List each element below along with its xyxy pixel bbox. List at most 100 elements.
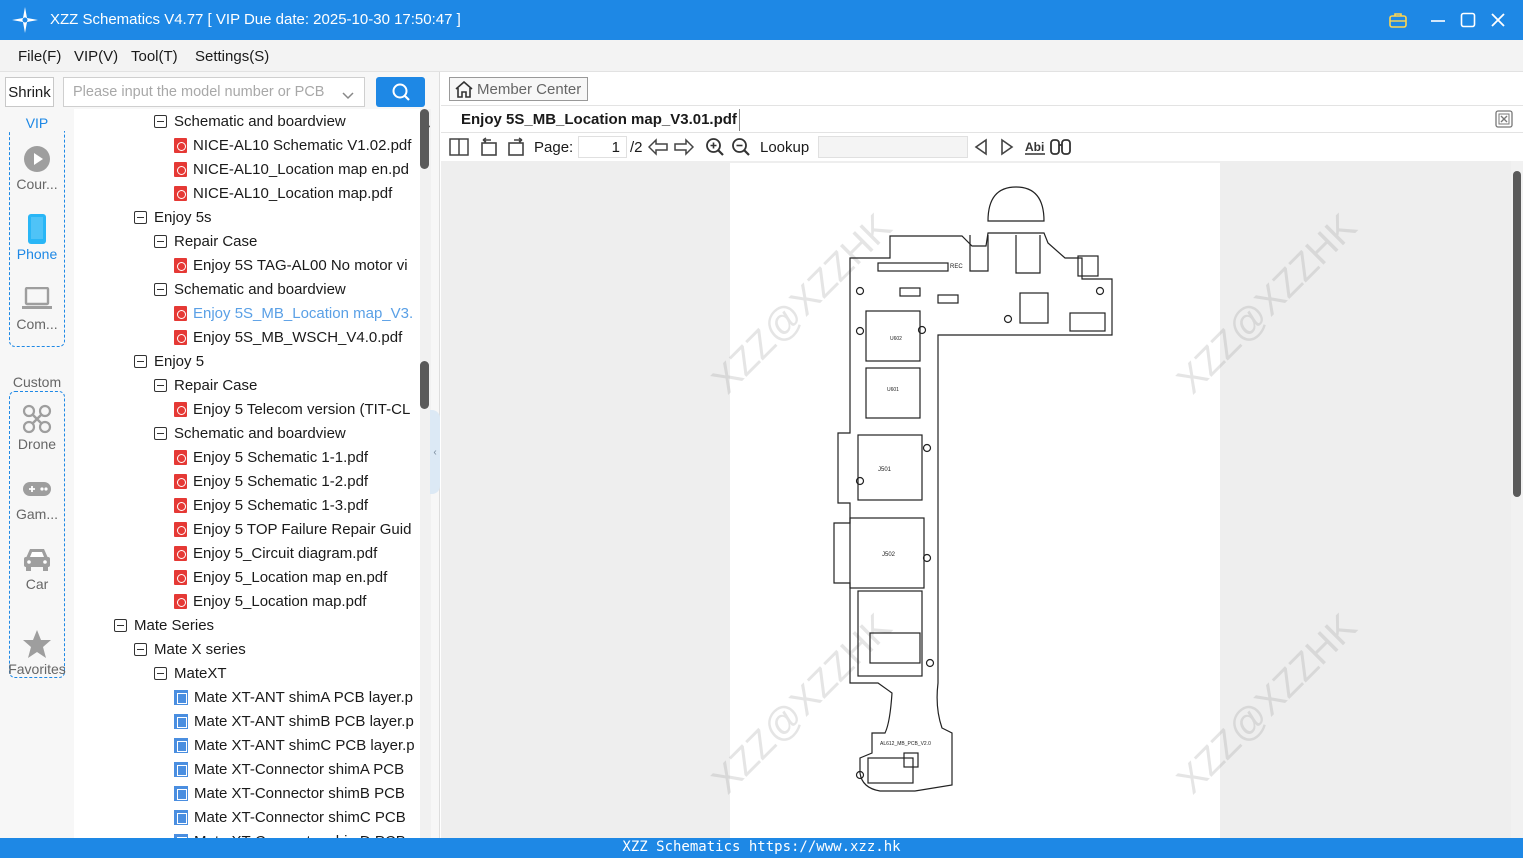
tree-folder-row[interactable]: Repair Case (74, 373, 257, 397)
tree-folder-row[interactable]: Mate X series (74, 637, 246, 661)
tree-folder-row[interactable]: Schematic and boardview (74, 277, 346, 301)
tree-file-row[interactable]: Enjoy 5 Telecom version (TIT-CL (74, 397, 410, 421)
board-label-pcb: AL612_MB_PCB_V2.0 (880, 741, 931, 747)
pdf-toolbar: Page: 1 /2 Lookup Abi (441, 133, 1523, 161)
document-tab-bar: Enjoy 5S_MB_Location map_V3.01.pdf (441, 105, 1523, 133)
collapse-toggle-icon[interactable] (154, 426, 167, 440)
category-rail: VIP Cour... Phone Com... Custom Drone Ga… (0, 115, 74, 838)
tree-file-row[interactable]: Enjoy 5_Location map en.pdf (74, 565, 387, 589)
collapse-toggle-icon[interactable] (134, 210, 147, 224)
tree-folder-row[interactable]: MateXT (74, 661, 227, 685)
collapse-toggle-icon[interactable] (134, 642, 147, 656)
tree-file-row[interactable]: Enjoy 5 Schematic 1-1.pdf (74, 445, 368, 469)
pcb-file-icon (174, 785, 188, 801)
find-all-icon[interactable] (1050, 137, 1072, 157)
collapse-toggle-icon[interactable] (134, 354, 147, 368)
search-input[interactable]: Please input the model number or PCB (63, 77, 365, 107)
rotate-left-icon[interactable] (479, 137, 499, 157)
tree-item-label: NICE-AL10_Location map en.pd (193, 160, 409, 178)
shrink-button[interactable]: Shrink (5, 77, 54, 107)
tree-file-row[interactable]: Mate XT-Connector shimB PCB (74, 781, 405, 805)
tree-file-row[interactable]: NICE-AL10_Location map.pdf (74, 181, 392, 205)
status-bar: XZZ Schematics https://www.xzz.hk (0, 838, 1523, 858)
rotate-right-icon[interactable] (506, 137, 526, 157)
tree-file-row[interactable]: Enjoy 5 Schematic 1-3.pdf (74, 493, 368, 517)
zoom-in-icon[interactable] (705, 137, 725, 157)
chevron-down-icon[interactable] (342, 88, 354, 104)
menu-tool[interactable]: Tool(T) (131, 48, 178, 65)
tree-file-row[interactable]: Enjoy 5_Location map.pdf (74, 589, 366, 613)
find-previous-icon[interactable] (973, 137, 989, 157)
tree-file-row[interactable]: Enjoy 5 Schematic 1-2.pdf (74, 469, 368, 493)
rail-game[interactable]: Gam... (0, 474, 74, 522)
tree-folder-row[interactable]: Enjoy 5 (74, 349, 204, 373)
board-label-rec: REC (950, 264, 963, 270)
menu-file[interactable]: File(F) (18, 48, 61, 65)
rail-favorites[interactable]: Favorites (0, 629, 74, 677)
collapse-toggle-icon[interactable] (154, 282, 167, 296)
tree-folder-row[interactable]: Repair Case (74, 229, 257, 253)
close-icon[interactable] (1486, 8, 1510, 32)
match-case-icon[interactable]: Abi (1024, 137, 1046, 157)
rail-car-label: Car (25, 576, 49, 592)
collapse-toggle-icon[interactable] (154, 666, 167, 680)
tree-file-row[interactable]: Mate XT-Connector shimD PCB (74, 829, 406, 838)
tree-file-row[interactable]: NICE-AL10 Schematic V1.02.pdf (74, 133, 411, 157)
tree-file-row[interactable]: Mate XT-Connector shimA PCB (74, 757, 404, 781)
rail-drone[interactable]: Drone (0, 404, 74, 452)
next-page-icon[interactable] (674, 137, 694, 157)
maximize-icon[interactable] (1456, 8, 1480, 32)
rail-course[interactable]: Cour... (0, 144, 74, 192)
tree-item-label: Mate XT-ANT shimC PCB layer.p (194, 736, 415, 754)
tree-file-row[interactable]: Enjoy 5 TOP Failure Repair Guid (74, 517, 411, 541)
tree-file-row[interactable]: Enjoy 5S_MB_Location map_V3. (74, 301, 413, 325)
minimize-icon[interactable] (1426, 8, 1450, 32)
search-button[interactable] (376, 77, 425, 107)
collapse-panel-button[interactable]: ‹ (430, 410, 440, 494)
rail-computer-label: Com... (16, 316, 58, 332)
tree-folder-row[interactable]: Mate Series (74, 613, 214, 637)
two-page-icon[interactable] (449, 137, 469, 157)
tree-file-row[interactable]: Enjoy 5S_MB_WSCH_V4.0.pdf (74, 325, 402, 349)
tree-file-row[interactable]: Enjoy 5_Circuit diagram.pdf (74, 541, 377, 565)
pdf-file-icon (174, 473, 187, 489)
member-center-button[interactable]: Member Center (449, 77, 588, 101)
viewer-scrollbar[interactable] (1511, 161, 1523, 838)
document-tab[interactable]: Enjoy 5S_MB_Location map_V3.01.pdf (461, 111, 737, 128)
menu-settings[interactable]: Settings(S) (195, 48, 269, 65)
collapse-toggle-icon[interactable] (114, 618, 127, 632)
pdf-viewer-area[interactable]: XZZ@XZZHK XZZ@XZZHK XZZ@XZZHK XZZ@XZZHK (441, 161, 1511, 838)
previous-page-icon[interactable] (648, 137, 668, 157)
tree-file-row[interactable]: Mate XT-Connector shimC PCB (74, 805, 406, 829)
rail-car[interactable]: Car (0, 544, 74, 592)
page-number-input[interactable]: 1 (578, 136, 627, 158)
collapse-toggle-icon[interactable] (154, 378, 167, 392)
tree-folder-row[interactable]: Enjoy 5s (74, 205, 212, 229)
zoom-out-icon[interactable] (731, 137, 751, 157)
rail-phone[interactable]: Phone (0, 214, 74, 262)
collapse-toggle-icon[interactable] (154, 114, 167, 128)
rail-computer[interactable]: Com... (0, 284, 74, 332)
briefcase-icon[interactable] (1386, 8, 1410, 32)
tree-file-row[interactable]: Mate XT-ANT shimB PCB layer.p (74, 709, 414, 733)
find-next-icon[interactable] (999, 137, 1015, 157)
tree-scrollbar-thumb-2[interactable] (420, 361, 429, 409)
menu-vip[interactable]: VIP(V) (74, 48, 118, 65)
collapse-toggle-icon[interactable] (154, 234, 167, 248)
tree-file-row[interactable]: Enjoy 5S TAG-AL00 No motor vi (74, 253, 408, 277)
pcb-board-outline: REC U602 U601 J501 J502 AL612_MB_PCB_V2.… (833, 186, 1113, 792)
tree-file-row[interactable]: Mate XT-ANT shimA PCB layer.p (74, 685, 413, 709)
tree-folder-row[interactable]: Schematic and boardview (74, 421, 346, 445)
pcb-file-icon (174, 689, 188, 705)
tree-file-row[interactable]: Mate XT-ANT shimC PCB layer.p (74, 733, 415, 757)
tree-scrollbar-thumb[interactable] (420, 109, 429, 169)
board-label-j501: J501 (878, 467, 892, 473)
tree-file-row[interactable]: NICE-AL10_Location map en.pd (74, 157, 409, 181)
viewer-scrollbar-thumb[interactable] (1513, 171, 1521, 497)
close-tab-icon[interactable] (1495, 110, 1513, 128)
lookup-input[interactable] (818, 136, 968, 158)
pdf-file-icon (174, 401, 187, 417)
tree-item-label: Enjoy 5_Location map en.pdf (193, 568, 388, 586)
tree-item-label: Mate XT-ANT shimB PCB layer.p (194, 712, 414, 730)
tree-folder-row[interactable]: Schematic and boardview (74, 109, 346, 133)
